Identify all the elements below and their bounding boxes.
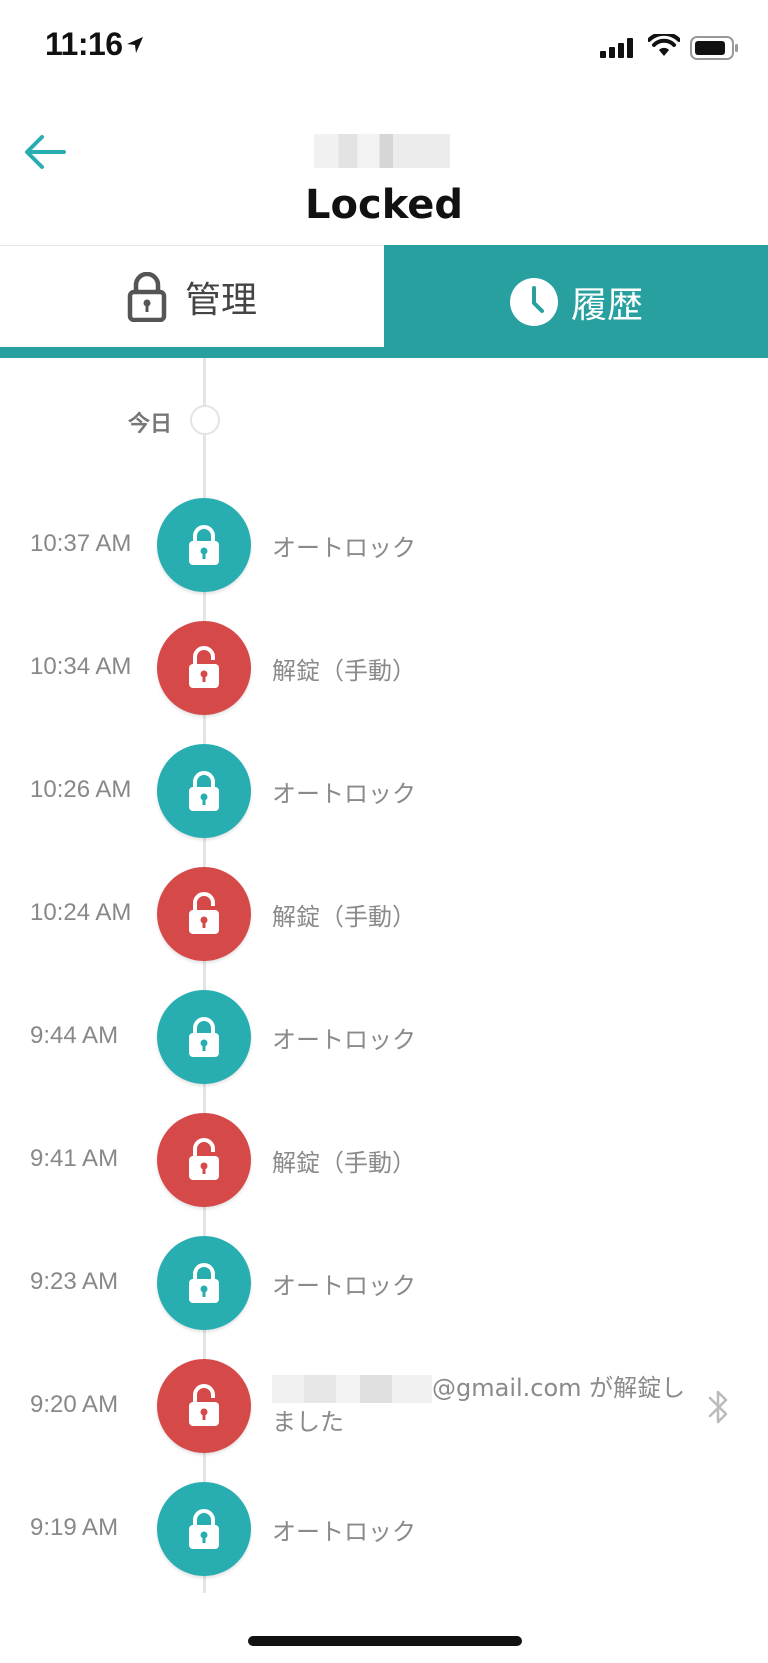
event-description: オートロック (272, 780, 416, 808)
status-bar: 11:16 (0, 0, 768, 96)
event-description: 解錠（手動） (272, 903, 416, 931)
day-marker (190, 405, 220, 435)
event-time: 10:37 AM (30, 530, 132, 557)
timeline-event: 9:19 AM オートロック (0, 1480, 768, 1580)
unlock-event-button[interactable] (157, 1113, 251, 1207)
locked-padlock-icon (189, 1509, 219, 1549)
wifi-icon (648, 34, 680, 56)
lock-event-button[interactable] (157, 498, 251, 592)
clock-icon (509, 277, 558, 326)
lock-name-redacted (314, 134, 450, 168)
lock-event-button[interactable] (157, 744, 251, 838)
bluetooth-icon (706, 1387, 732, 1431)
tab-bar: 管理 履歴 (0, 245, 768, 358)
event-description: 解錠（手動） (272, 1149, 416, 1177)
history-timeline: 今日 10:37 AM オートロック 10:34 AM 解錠（手動） 10:26 AM オ… (0, 358, 768, 1598)
unlock-event-button[interactable] (157, 621, 251, 715)
locked-padlock-icon (189, 525, 219, 565)
lock-event-button[interactable] (157, 1236, 251, 1330)
status-time: 11:16 (45, 26, 123, 62)
locked-padlock-icon (189, 771, 219, 811)
tab-history-label: 履歴 (570, 284, 643, 326)
unlocked-padlock-icon (189, 1138, 219, 1180)
day-label: 今日 (127, 412, 172, 437)
location-arrow-icon (127, 37, 143, 53)
timeline-event: 9:23 AM オートロック (0, 1234, 768, 1334)
timeline-event: 10:34 AM 解錠（手動） (0, 619, 768, 719)
header: Locked (0, 96, 768, 246)
event-time: 10:26 AM (30, 776, 132, 803)
battery-icon (690, 36, 738, 60)
email-redacted (272, 1375, 432, 1403)
event-description: オートロック (272, 534, 416, 562)
timeline-event: 9:41 AM 解錠（手動） (0, 1111, 768, 1211)
timeline-event: 10:24 AM 解錠（手動） (0, 865, 768, 965)
page-title: Locked (305, 182, 463, 228)
event-time: 9:20 AM (30, 1391, 119, 1418)
event-description: 解錠（手動） (272, 657, 416, 685)
lock-event-button[interactable] (157, 990, 251, 1084)
signal-icon (600, 38, 633, 58)
home-indicator (248, 1636, 522, 1646)
timeline-event: 10:26 AM オートロック (0, 742, 768, 842)
locked-padlock-icon (189, 1263, 219, 1303)
tab-manage[interactable]: 管理 (0, 245, 384, 348)
unlock-event-button[interactable] (157, 867, 251, 961)
event-description: オートロック (272, 1272, 416, 1300)
unlocked-padlock-icon (189, 646, 219, 688)
tab-underline (0, 347, 384, 358)
timeline-event: 9:20 AM @gmail.com が解錠しました (0, 1357, 768, 1457)
event-time: 9:23 AM (30, 1268, 119, 1295)
event-description: オートロック (272, 1518, 416, 1546)
event-description-line2: ました (272, 1408, 344, 1436)
unlock-event-button[interactable] (157, 1359, 251, 1453)
timeline-event: 10:37 AM オートロック (0, 496, 768, 596)
locked-padlock-icon (189, 1017, 219, 1057)
event-time: 9:19 AM (30, 1514, 119, 1541)
event-time: 10:24 AM (30, 899, 132, 926)
tab-manage-label: 管理 (184, 280, 257, 321)
unlocked-padlock-icon (189, 1384, 219, 1426)
lock-event-button[interactable] (157, 1482, 251, 1576)
event-description-line1: @gmail.com が解錠し (432, 1374, 686, 1402)
event-description: オートロック (272, 1026, 416, 1054)
event-description: @gmail.com が解錠しました (272, 1371, 692, 1439)
back-button[interactable] (20, 126, 72, 178)
unlocked-padlock-icon (189, 892, 219, 934)
timeline-event: 9:44 AM オートロック (0, 988, 768, 1088)
event-time: 9:41 AM (30, 1145, 119, 1172)
back-arrow-icon (25, 135, 66, 169)
tab-history[interactable]: 履歴 (384, 245, 768, 358)
event-time: 10:34 AM (30, 653, 132, 680)
event-time: 9:44 AM (30, 1022, 119, 1049)
padlock-icon (127, 272, 167, 322)
